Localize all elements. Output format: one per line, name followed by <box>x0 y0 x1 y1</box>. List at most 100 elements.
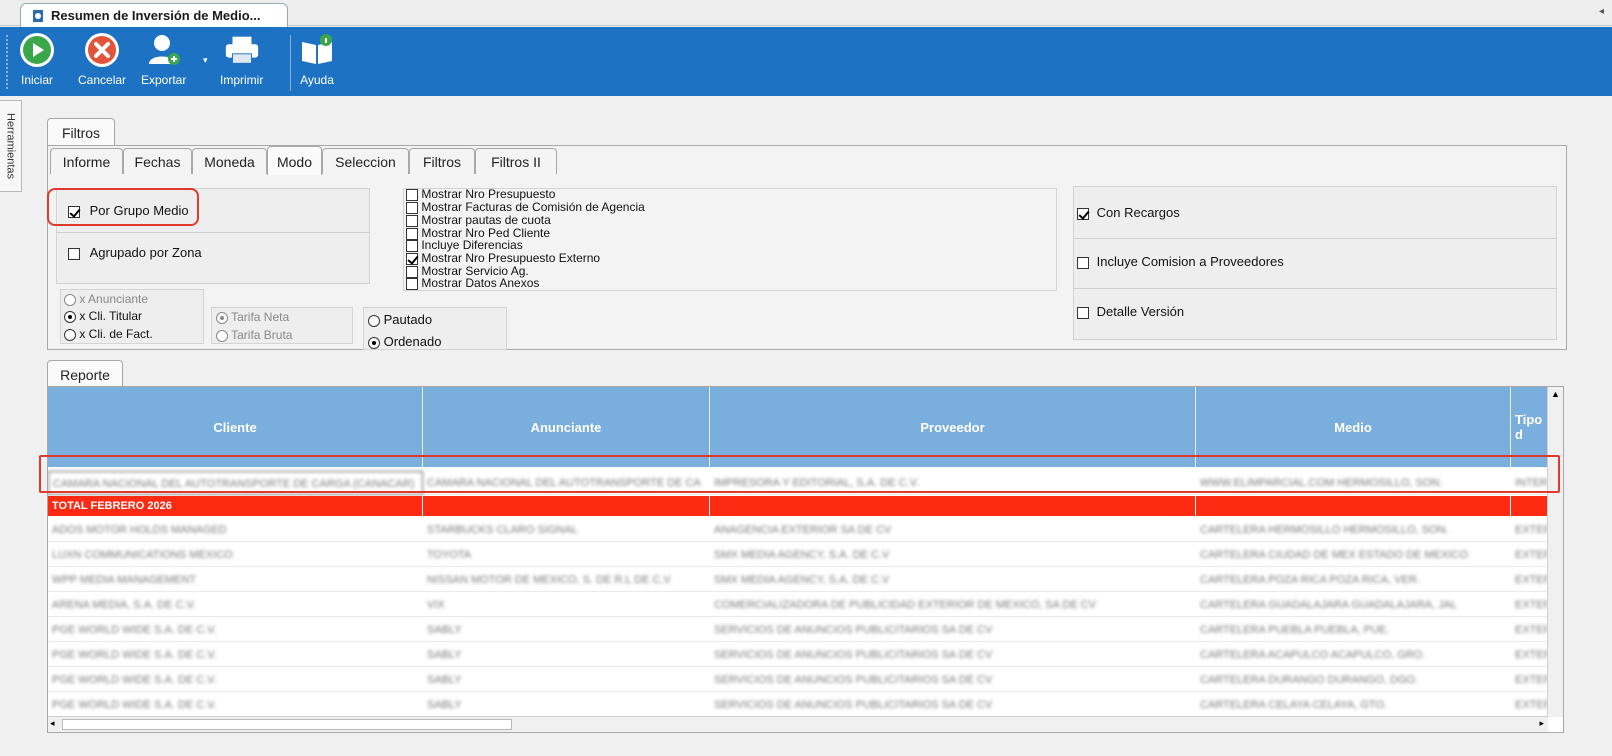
horizontal-scrollbar[interactable]: ◂ ▸ <box>48 716 1548 732</box>
checkbox-checked-icon <box>406 252 418 265</box>
divider <box>1073 238 1557 239</box>
table-cell: SABLY <box>427 699 462 711</box>
table-row[interactable]: ADOS MOTOR HOLDS MANAGED STARBUCKS CLARO … <box>48 518 1548 542</box>
table-cell: EXTERI <box>1515 549 1548 561</box>
table-cell <box>423 496 710 516</box>
radio-tarifa-neta[interactable]: Tarifa Neta <box>216 310 289 324</box>
table-cell <box>1511 496 1548 516</box>
herramientas-side-tab[interactable]: Herramientas <box>0 100 22 192</box>
opcion-incluye-diferencias[interactable]: Incluye Diferencias <box>406 239 523 252</box>
table-cell: SERVICIOS DE ANUNCIOS PUBLICITARIOS SA D… <box>714 699 993 711</box>
scroll-right-icon[interactable]: ▸ <box>1539 718 1544 729</box>
table-cell: SERVICIOS DE ANUNCIOS PUBLICITARIOS SA D… <box>714 624 993 636</box>
table-row[interactable]: PGE WORLD WIDE S.A. DE C.V. SABLY SERVICIO… <box>48 693 1548 717</box>
tab-reporte-label: Reporte <box>60 366 110 383</box>
radio-x-cli-titular[interactable]: x Cli. Titular <box>64 309 142 323</box>
tab-reporte[interactable]: Reporte <box>47 360 123 388</box>
table-cell: PGE WORLD WIDE S.A. DE C.V. <box>52 674 217 686</box>
cancelar-button[interactable]: Cancelar <box>78 31 126 87</box>
radio-ordenado[interactable]: Ordenado <box>368 334 441 349</box>
exportar-label: Exportar <box>141 73 187 87</box>
tab-modo[interactable]: Modo <box>267 146 322 176</box>
tab-filtros-label: Filtros <box>61 124 101 141</box>
table-row[interactable]: PGE WORLD WIDE S.A. DE C.V. SABLY SERVICIO… <box>48 618 1548 642</box>
table-row[interactable]: PGE WORLD WIDE S.A. DE C.V. SABLY SERVICIO… <box>48 643 1548 667</box>
scroll-left-icon[interactable]: ◂ <box>50 718 55 729</box>
table-cell: CARTELERA HERMOSILLO HERMOSILLO, SON. <box>1200 524 1449 536</box>
table-cell: EXTERI <box>1515 524 1548 536</box>
radio-tarifa-bruta[interactable]: Tarifa Bruta <box>216 328 292 342</box>
table-cell: COMERCIALIZADORA DE PUBLICIDAD EXTERIOR … <box>714 599 1097 611</box>
scroll-up-icon[interactable]: ▲ <box>1548 387 1563 401</box>
con-recargos-label: Con Recargos <box>1096 205 1180 220</box>
tab-informe-label: Informe <box>62 153 111 170</box>
detalle-version-label: Detalle Versión <box>1096 304 1185 319</box>
document-tab[interactable]: Resumen de Inversión de Medio... <box>20 3 288 27</box>
tab-moneda-label: Moneda <box>204 153 255 170</box>
table-cell: ADOS MOTOR HOLDS MANAGED <box>52 524 227 536</box>
tab-seleccion-label: Seleccion <box>335 153 396 170</box>
printer-icon <box>223 31 261 69</box>
table-cell: PGE WORLD WIDE S.A. DE C.V. <box>52 699 217 711</box>
checkbox-icon <box>1077 256 1089 269</box>
table-row[interactable]: WPP MEDIA MANAGEMENT NISSAN MOTOR DE MEXI… <box>48 568 1548 592</box>
checkbox-icon <box>406 239 418 252</box>
tab-fechas[interactable]: Fechas <box>123 148 192 174</box>
document-tab-title: Resumen de Inversión de Medio... <box>51 8 261 23</box>
opcion-mostrar-nro-presupuesto[interactable]: Mostrar Nro Presupuesto <box>406 188 555 201</box>
iniciar-button[interactable]: Iniciar <box>18 31 56 87</box>
table-row[interactable]: ARENA MEDIA, S.A. DE C.V. VIX COMERCIALIZA… <box>48 593 1548 617</box>
divider <box>1073 288 1557 289</box>
tab-filtros-sub[interactable]: Filtros <box>409 148 475 174</box>
opcion-mostrar-facturas-comision[interactable]: Mostrar Facturas de Comisión de Agencia <box>406 201 645 214</box>
opcion-mostrar-nro-presupuesto-externo[interactable]: Mostrar Nro Presupuesto Externo <box>406 252 600 265</box>
tab-informe[interactable]: Informe <box>50 148 123 174</box>
vertical-scrollbar[interactable]: ▲ <box>1547 387 1563 717</box>
table-cell: WPP MEDIA MANAGEMENT <box>52 574 197 586</box>
tab-filtros-ii-label: Filtros II <box>491 153 541 170</box>
table-row-total[interactable]: TOTAL FEBRERO 2026 <box>48 496 1548 516</box>
radio-pautado[interactable]: Pautado <box>368 312 432 327</box>
help-book-icon <box>298 31 336 69</box>
table-cell: EXTERI <box>1515 574 1548 586</box>
table-cell: CARTELERA GUADALAJARA GUADALAJARA, JAL <box>1200 599 1458 611</box>
horizontal-scroll-thumb[interactable] <box>62 719 512 730</box>
export-user-icon <box>145 31 183 69</box>
table-cell: CARTELERA DURANGO DURANGO, DGO. <box>1200 674 1418 686</box>
table-cell <box>710 496 1196 516</box>
radio-x-anunciante[interactable]: x Anunciante <box>64 292 148 306</box>
tab-seleccion[interactable]: Seleccion <box>322 148 409 174</box>
radio-x-cli-de-fact[interactable]: x Cli. de Fact. <box>64 327 153 341</box>
table-row[interactable]: PGE WORLD WIDE S.A. DE C.V. SABLY SERVICIO… <box>48 668 1548 692</box>
opcion-mostrar-pautas-cuota[interactable]: Mostrar pautas de cuota <box>406 214 551 227</box>
imprimir-button[interactable]: Imprimir <box>220 31 263 87</box>
detalle-version-checkbox[interactable]: Detalle Versión <box>1077 304 1184 319</box>
exportar-button[interactable]: Exportar <box>141 31 186 87</box>
table-cell: EXTERI <box>1515 599 1548 611</box>
table-cell: CARTELERA PUEBLA PUEBLA, PUE. <box>1200 624 1390 636</box>
radio-selected-icon <box>368 336 380 349</box>
tab-moneda[interactable]: Moneda <box>192 148 267 174</box>
table-cell <box>1196 496 1511 516</box>
toolbar-grip[interactable] <box>6 35 9 89</box>
checkbox-checked-icon <box>1077 207 1089 220</box>
tab-filtros[interactable]: Filtros <box>47 118 115 146</box>
opcion-mostrar-datos-anexos[interactable]: Mostrar Datos Anexos <box>406 277 539 290</box>
table-cell: CARTELERA CELAYA CELAYA, GTO. <box>1200 699 1388 711</box>
agrupado-por-zona-checkbox[interactable]: Agrupado por Zona <box>68 245 202 260</box>
ayuda-label: Ayuda <box>300 73 334 87</box>
opcion-label: Mostrar Facturas de Comisión de Agencia <box>421 200 645 214</box>
incluye-comision-checkbox[interactable]: Incluye Comision a Proveedores <box>1077 254 1284 269</box>
reporte-grid: Cliente Anunciante Proveedor Medio Tipo … <box>47 386 1564 733</box>
con-recargos-checkbox[interactable]: Con Recargos <box>1077 205 1180 220</box>
exportar-dropdown-icon[interactable]: ▾ <box>203 55 208 66</box>
table-row[interactable]: LUXN COMMUNICATIONS MEXICO TOYOTA SMX MEDI… <box>48 543 1548 567</box>
highlight-por-grupo-medio <box>47 188 199 226</box>
toolbar-separator <box>290 35 291 91</box>
iniciar-label: Iniciar <box>20 73 53 87</box>
tab-filtros-ii[interactable]: Filtros II <box>475 148 557 174</box>
ayuda-button[interactable]: Ayuda <box>298 31 336 87</box>
radio-x-cli-de-fact-label: x Cli. de Fact. <box>79 327 153 341</box>
table-cell: SMX MEDIA AGENCY, S.A. DE C.V <box>714 574 890 586</box>
collapse-arrow-icon[interactable]: ◂ <box>1599 6 1604 17</box>
